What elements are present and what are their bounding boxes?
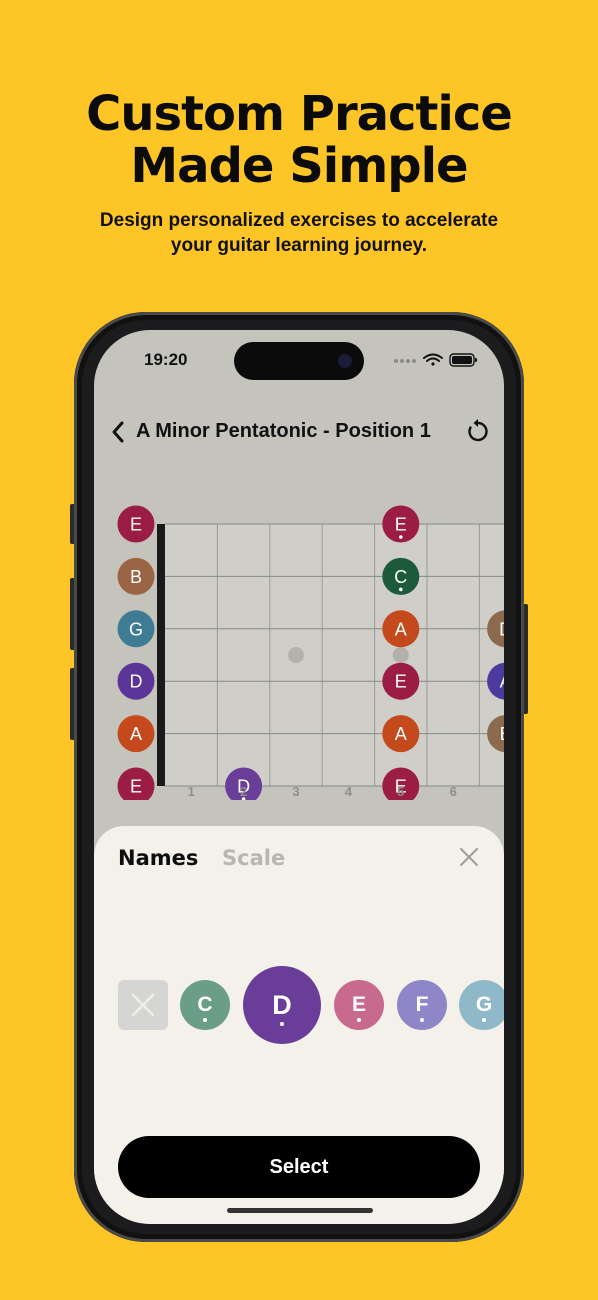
open-string-note-label: B [130,567,142,587]
open-string-note[interactable]: G [117,610,155,648]
open-string-note[interactable]: A [117,715,155,753]
note-chip-label: E [351,993,366,1016]
wifi-icon [423,353,443,366]
root-marker [482,1018,486,1022]
subhead-line-2: your guitar learning journey. [170,235,428,256]
root-marker [203,1018,207,1022]
open-string-note[interactable]: D [117,662,155,700]
fret-note[interactable]: A [382,715,420,753]
root-marker [280,1022,284,1026]
promo-headline: Custom Practice Made Simple [0,88,598,192]
fret-note-label: D [499,619,504,639]
fret-note[interactable]: A [382,610,420,648]
note-chip-c[interactable]: C [180,980,230,1030]
fret-note[interactable]: E [382,662,420,700]
home-indicator [227,1208,373,1213]
fretboard[interactable]: E B G D A E E C A E A E D D A B 1 2 3 4 5 6 [94,480,504,800]
fret-number: 2 [240,784,247,799]
fret-note-label: E [395,672,407,692]
note-chip-label: F [415,993,429,1016]
fret-inlay [392,647,409,663]
open-string-note-label: E [130,515,142,535]
open-string-note-label: E [130,777,142,797]
root-marker [399,535,403,539]
open-string-labels: E B G D A E [117,505,155,801]
status-icons [392,352,478,373]
fret-note-label: E [395,515,407,535]
app-screen: 19:20 A Minor Pentatonic - Position 1 E … [94,330,504,1224]
note-picker-sheet: Names Scale C D E F G Select [94,826,504,1224]
open-string-note[interactable]: B [117,557,155,595]
fret-number: 5 [397,784,404,799]
status-time: 19:20 [144,350,188,369]
note-chip-f[interactable]: F [397,980,447,1030]
headline-line-2: Made Simple [130,138,468,194]
root-marker [420,1018,424,1022]
clear-x-icon[interactable] [118,980,168,1030]
promo-subhead: Design personalized exercises to acceler… [0,208,598,258]
headline-line-1: Custom Practice [86,86,513,142]
battery-icon [449,353,477,367]
note-chip-label: C [197,993,213,1016]
close-icon[interactable] [460,848,478,866]
root-marker [399,587,403,592]
fret-note-label: B [500,724,504,744]
signal-icon [394,359,416,363]
open-string-note-label: G [129,619,143,639]
note-chip-label: D [272,990,292,1020]
note-chip-g[interactable]: G [459,980,504,1030]
root-marker [357,1018,361,1022]
fret-number: 4 [345,784,353,799]
reset-icon[interactable] [466,418,490,444]
fret-number: 3 [292,784,299,799]
tab-names[interactable]: Names [118,846,198,870]
select-button[interactable]: Select [118,1136,480,1198]
phone-frame: 19:20 A Minor Pentatonic - Position 1 E … [74,312,524,1242]
open-string-note[interactable]: E [117,767,155,801]
subhead-line-1: Design personalized exercises to acceler… [99,210,499,231]
tab-scale[interactable]: Scale [222,846,285,870]
fret-note-label: C [394,567,407,587]
fret-note[interactable]: C [382,557,420,595]
page-title: A Minor Pentatonic - Position 1 [136,420,431,442]
note-chip-e[interactable]: E [334,980,384,1030]
note-chip-d[interactable]: D [243,966,321,1044]
dynamic-island [234,342,364,380]
fret-inlay [288,647,304,663]
fret-note-label: A [395,724,407,744]
camera-icon [338,354,352,368]
note-chip-label: G [475,993,493,1016]
open-string-note-label: D [130,672,143,692]
open-string-note[interactable]: E [117,505,155,543]
open-string-note-label: A [130,724,142,744]
fret-note-label: A [500,672,504,692]
nut [157,524,165,786]
fret-number: 6 [450,784,457,799]
fretboard-surface [157,524,504,786]
fret-number: 1 [188,784,195,799]
fret-note-label: A [395,619,407,639]
nav-bar: A Minor Pentatonic - Position 1 [94,414,504,450]
chevron-left-icon[interactable] [108,420,128,444]
fret-note[interactable]: E [382,505,420,543]
